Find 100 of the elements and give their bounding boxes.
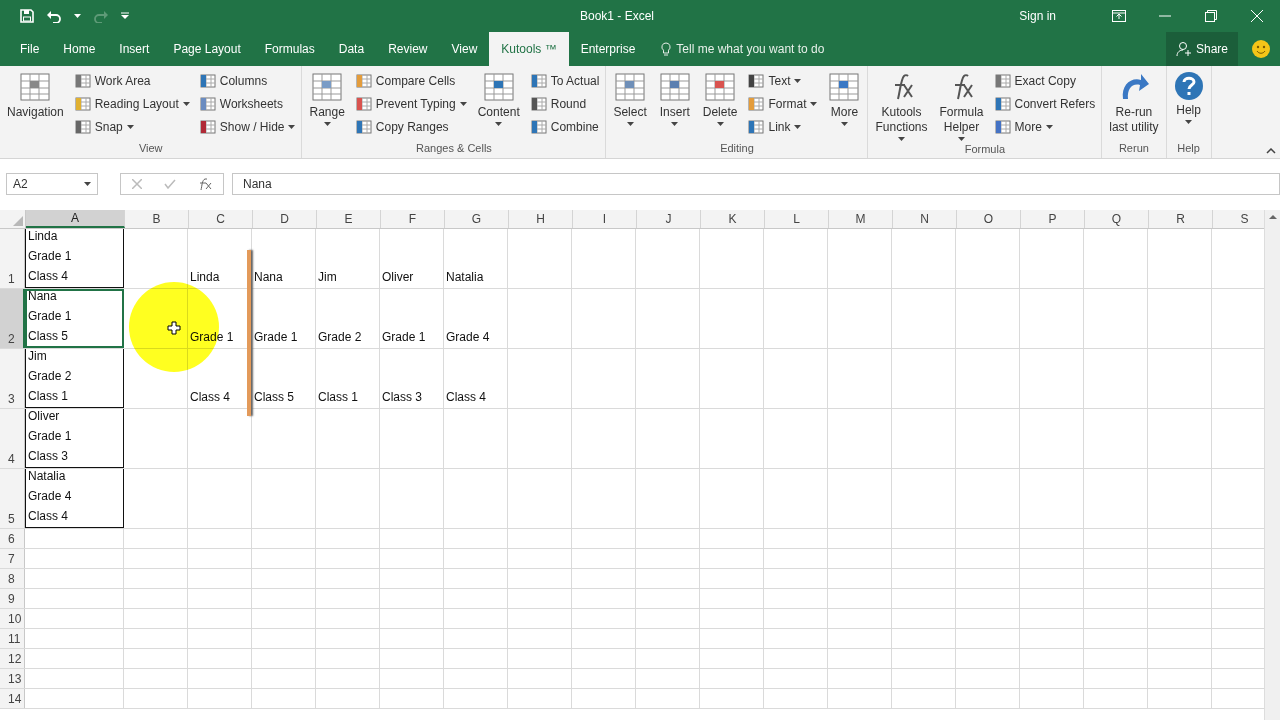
ribbon-button[interactable]: Delete [699,69,741,142]
row-header[interactable]: 9 [0,589,25,608]
ribbon-tab[interactable]: Page Layout [161,32,253,66]
ribbon-button[interactable]: Content [474,69,523,142]
row-header[interactable]: 1 [0,229,25,288]
column-header[interactable]: R [1149,210,1213,228]
grid-icon [311,71,344,103]
column-header[interactable]: N [893,210,957,228]
table-cell: Nana [252,229,316,288]
column-header[interactable]: O [957,210,1021,228]
row-header[interactable]: 14 [0,689,25,708]
ribbon-tab[interactable]: Enterprise [568,32,648,66]
column-header[interactable]: A [26,210,125,228]
row-header[interactable]: 10 [0,609,25,628]
ribbon-tab[interactable]: Kutools ™ [489,32,569,66]
row-header[interactable]: 5 [0,469,25,528]
ribbon-button[interactable]: To Actual [528,71,602,91]
formula-field[interactable]: Nana [232,173,1280,195]
ribbon-button[interactable]: Copy Ranges [353,117,469,137]
column-header[interactable]: G [445,210,509,228]
scroll-up-icon[interactable] [1268,214,1277,219]
row-header[interactable]: 13 [0,669,25,688]
column-header[interactable]: J [637,210,701,228]
column-header[interactable]: P [1021,210,1085,228]
ribbon-tab[interactable]: Review [376,32,440,66]
row-header[interactable]: 11 [0,629,25,648]
undo-icon[interactable] [46,9,62,23]
ribbon-button[interactable]: Compare Cells [353,71,469,91]
grid-icon [19,71,52,103]
caret-icon [898,137,905,141]
ribbon-tab[interactable]: Data [326,32,377,66]
grid-icon [994,119,1011,135]
ribbon-button[interactable]: Worksheets [197,94,298,114]
grid-icon [530,73,547,89]
caret-icon [323,122,331,126]
column-header[interactable]: M [829,210,893,228]
ribbon-button[interactable]: Text [746,71,820,91]
column-header[interactable]: K [701,210,765,228]
ribbon-tab[interactable]: View [439,32,490,66]
smiley-icon[interactable] [1252,40,1270,58]
sign-in-link[interactable]: Sign in [1019,9,1056,23]
ribbon-button[interactable]: Show / Hide [197,117,298,137]
row-header[interactable]: 3 [0,349,25,408]
lightbulb-icon [661,41,672,57]
ribbon-button[interactable]: Prevent Typing [353,94,469,114]
ribbon-button[interactable]: Format [746,94,820,114]
column-header[interactable]: D [253,210,317,228]
customize-icon[interactable] [121,12,129,20]
ribbon-button[interactable]: Kutools Functions [872,69,931,143]
grid-icon [199,96,216,112]
close-icon [1251,10,1263,22]
ribbon-button[interactable]: Combine [528,117,602,137]
row-header[interactable]: 2 [0,289,25,348]
ribbon-button[interactable]: Insert [655,69,694,142]
table-cell: Jim Grade 2 Class 1 [25,349,124,408]
grid-icon [994,73,1011,89]
column-header[interactable]: C [189,210,253,228]
ribbon-button[interactable]: Reading Layout [72,94,192,114]
ribbon-tab[interactable]: Insert [107,32,162,66]
name-box[interactable]: A2 [6,173,98,195]
column-header[interactable]: B [125,210,189,228]
collapse-ribbon-icon[interactable] [1266,148,1276,154]
row-header[interactable]: 12 [0,649,25,668]
ribbon-button[interactable]: Work Area [72,71,192,91]
row-header[interactable]: 6 [0,529,25,548]
group-label: Ranges & Cells [415,142,493,156]
tell-me-field[interactable]: Tell me what you want to do [676,42,825,56]
insert-function-icon[interactable] [198,178,212,190]
ribbon-button[interactable]: Formula Helper [936,69,987,143]
row-header[interactable]: 7 [0,549,25,568]
ribbon-tab[interactable]: File [8,32,52,66]
caret-icon [958,137,965,141]
column-header[interactable]: I [573,210,637,228]
column-header[interactable]: E [317,210,381,228]
ribbon-button[interactable]: Link [746,117,820,137]
ribbon-button[interactable]: Navigation [4,69,67,142]
ribbon-tab[interactable]: Home [51,32,108,66]
ribbon-button[interactable]: Select [610,69,650,142]
table-cell: Grade 2 [316,289,380,348]
ribbon-button[interactable]: Columns [197,71,298,91]
share-button[interactable]: Share [1165,32,1238,66]
column-header[interactable]: F [381,210,445,228]
ribbon-button[interactable]: Round [528,94,602,114]
row-header[interactable]: 4 [0,409,25,468]
caret-icon [841,122,848,126]
column-header[interactable]: Q [1085,210,1149,228]
save-icon[interactable] [20,9,34,23]
column-header[interactable]: L [765,210,829,228]
grid-icon [74,96,91,112]
ribbon-button[interactable]: Re-run last utility [1106,69,1162,142]
row-header[interactable]: 8 [0,569,25,588]
ribbon-button[interactable]: Range [306,69,348,142]
ribbon-button[interactable]: More [825,69,864,142]
ribbon-button[interactable]: Help [1170,69,1207,142]
ribbon-button[interactable]: More [992,117,1098,137]
ribbon-button[interactable]: Convert Refers [992,94,1098,114]
ribbon-tab[interactable]: Formulas [252,32,327,66]
column-header[interactable]: H [509,210,573,228]
ribbon-button[interactable]: Snap [72,117,192,137]
ribbon-button[interactable]: Exact Copy [992,71,1098,91]
